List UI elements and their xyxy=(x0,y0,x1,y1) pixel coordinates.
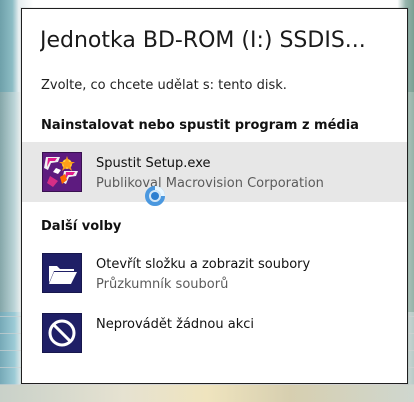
run-setup-publisher: Publikoval Macrovision Corporation xyxy=(96,176,324,191)
open-folder-text: Otevřít složku a zobrazit soubory Průzku… xyxy=(96,255,396,295)
other-options-heading: Další volby xyxy=(41,219,122,234)
no-action-title: Neprovádět žádnou akci xyxy=(96,317,254,332)
dialog-title: Jednotka BD-ROM (I:) SSDIS... xyxy=(40,28,366,53)
setup-installer-icon xyxy=(42,152,82,192)
autoplay-dialog: Jednotka BD-ROM (I:) SSDIS... Zvolte, co… xyxy=(21,8,408,384)
run-setup-option[interactable]: Spustit Setup.exe Publikoval Macrovision… xyxy=(22,142,407,202)
install-section-heading: Nainstalovat nebo spustit program z médi… xyxy=(41,118,359,133)
no-action-text: Neprovádět žádnou akci xyxy=(96,315,396,335)
no-action-option[interactable]: Neprovádět žádnou akci xyxy=(22,303,407,355)
folder-open-icon xyxy=(42,253,82,293)
open-folder-title: Otevřít složku a zobrazit soubory xyxy=(96,257,311,272)
dialog-subtitle: Zvolte, co chcete udělat s: tento disk. xyxy=(41,78,287,93)
run-setup-title: Spustit Setup.exe xyxy=(96,156,211,171)
desktop-background-bottom xyxy=(0,385,414,402)
open-folder-option[interactable]: Otevřít složku a zobrazit soubory Průzku… xyxy=(22,243,407,303)
open-folder-subtitle: Průzkumník souborů xyxy=(96,277,229,292)
run-setup-text: Spustit Setup.exe Publikoval Macrovision… xyxy=(96,154,396,194)
prohibited-icon xyxy=(42,313,82,353)
